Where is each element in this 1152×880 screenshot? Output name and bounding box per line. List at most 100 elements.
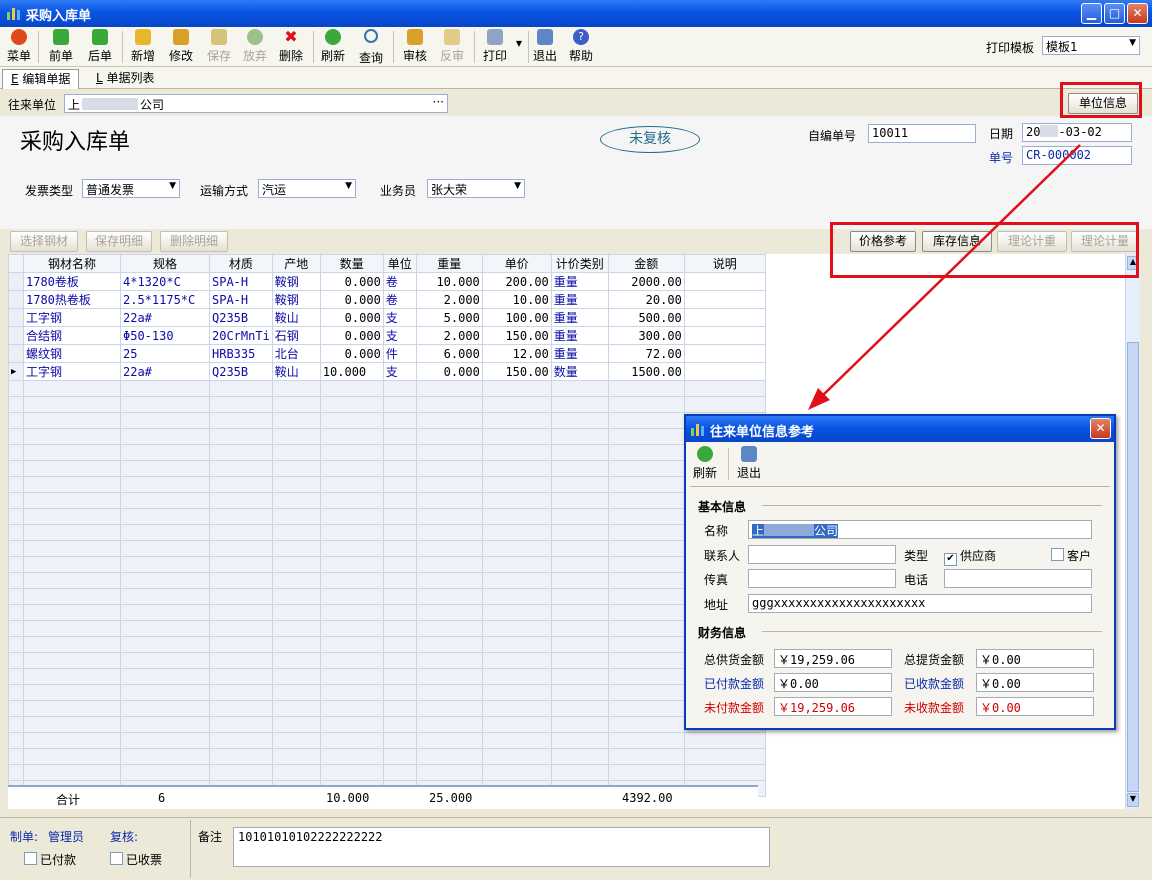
table-cell[interactable]: 重量 [550,308,609,327]
table-cell[interactable]: 72.00 [607,344,685,363]
tab-edit-document[interactable]: E 编辑单据 [2,69,80,89]
tab-document-list[interactable]: L 单据列表 [88,69,163,88]
table-cell[interactable]: 支 [382,362,417,381]
table-cell[interactable]: 合结钢 [23,326,121,345]
close-button[interactable]: ✕ [1127,3,1148,24]
table-cell[interactable]: 6.000 [415,344,483,363]
phone-input[interactable] [944,569,1092,588]
table-cell[interactable]: 螺纹钢 [23,344,121,363]
table-row[interactable]: 工字钢 22a# Q235B 鞍山 0.000 支 5.000 100.00 重量 500.00 [8,308,766,327]
table-cell[interactable]: 卷 [382,290,417,309]
next-doc-button[interactable]: 后单 [85,29,115,65]
table-cell[interactable]: 重量 [550,326,609,345]
date-input[interactable]: 20 -03-02 [1022,123,1132,142]
table-cell[interactable] [683,290,766,309]
unapprove-button[interactable]: 反审 [437,29,467,65]
row-header[interactable] [8,344,24,363]
self-no-input[interactable]: 10011 [868,124,976,143]
select-steel-button[interactable]: 选择钢材 [10,231,78,252]
dialog-close-button[interactable]: ✕ [1090,418,1111,439]
dialog-refresh-button[interactable]: 刷新 [690,446,720,482]
current-row-indicator-icon[interactable]: ▶ [8,362,24,381]
col-header[interactable]: 计价类别 [550,254,609,273]
remark-textarea[interactable]: 10101010102222222222 [233,827,770,867]
edit-button[interactable]: 修改 [166,29,196,65]
table-cell[interactable]: 件 [382,344,417,363]
unreceived-amount-value[interactable]: ￥0.00 [976,697,1094,716]
salesman-select[interactable]: 张大荣 ▼ [427,179,525,198]
col-header[interactable]: 单位 [382,254,417,273]
table-cell[interactable]: 100.00 [481,308,552,327]
table-cell[interactable]: 5.000 [415,308,483,327]
table-cell[interactable]: 0.000 [319,308,384,327]
table-cell[interactable]: 支 [382,308,417,327]
table-cell[interactable]: 北台 [271,344,321,363]
table-row[interactable]: 1780卷板 4*1320*C SPA-H 鞍钢 0.000 卷 10.000 200.00 重… [8,272,766,291]
print-button[interactable]: 打印 [480,29,510,65]
table-cell[interactable]: 1780热卷板 [23,290,121,309]
contact-input[interactable] [748,545,896,564]
invoice-type-select[interactable]: 普通发票 ▼ [82,179,180,198]
table-cell[interactable] [683,308,766,327]
minimize-button[interactable]: ▁ [1081,3,1102,24]
table-cell[interactable]: 卷 [382,272,417,291]
table-cell[interactable] [683,272,766,291]
name-input[interactable]: 上公司 [748,520,1092,539]
grid-scrollbar[interactable]: ▲ ▼ [1125,254,1140,809]
table-cell[interactable]: 300.00 [607,326,685,345]
table-cell[interactable]: 重量 [550,344,609,363]
table-row[interactable]: 螺纹钢 25 HRB335 北台 0.000 件 6.000 12.00 重量 72.00 [8,344,766,363]
discard-button[interactable]: 放弃 [240,29,270,65]
col-header[interactable]: 单价 [481,254,552,273]
table-row[interactable]: ▶ 工字钢 22a# Q235B 鞍山 10.000 支 0.000 150.00 数量 1500.… [8,362,766,381]
table-cell[interactable]: 支 [382,326,417,345]
fax-input[interactable] [748,569,896,588]
col-header[interactable]: 材质 [209,254,273,273]
table-cell[interactable]: 12.00 [481,344,552,363]
partner-input[interactable]: 上公司 ··· [64,94,448,113]
col-header[interactable]: 产地 [271,254,321,273]
address-input[interactable]: gggxxxxxxxxxxxxxxxxxxxxx [748,594,1092,613]
table-cell[interactable]: 工字钢 [23,308,121,327]
table-cell[interactable]: 重量 [550,272,609,291]
table-cell[interactable]: 10.000 [415,272,483,291]
table-cell[interactable]: Φ50-130 [120,326,210,345]
paid-checkbox[interactable]: 已付款 [24,851,76,868]
help-button[interactable]: ? 帮助 [566,29,596,65]
col-header[interactable]: 重量 [415,254,483,273]
save-detail-button[interactable]: 保存明细 [86,231,152,252]
table-cell[interactable]: 0.000 [319,326,384,345]
table-row[interactable]: 1780热卷板 2.5*1175*C SPA-H 鞍钢 0.000 卷 2.000 10.00… [8,290,766,309]
table-cell[interactable]: 20CrMnTi [209,326,273,345]
transport-select[interactable]: 汽运 ▼ [258,179,356,198]
table-cell[interactable]: 0.000 [319,290,384,309]
table-cell[interactable]: Q235B [209,362,273,381]
table-cell[interactable]: 1780卷板 [23,272,121,291]
table-cell[interactable] [683,326,766,345]
row-header[interactable] [8,326,24,345]
invoiced-checkbox[interactable]: 已收票 [110,851,162,868]
received-amount-value[interactable]: ￥0.00 [976,673,1094,692]
table-cell[interactable]: 22a# [120,308,210,327]
table-cell[interactable]: 500.00 [607,308,685,327]
total-supply-value[interactable]: ￥19,259.06 [774,649,892,668]
more-ellipsis-button[interactable]: ··· [433,95,444,109]
save-button[interactable]: 保存 [204,29,234,65]
table-cell[interactable] [683,362,766,381]
maximize-button[interactable]: □ [1104,3,1125,24]
col-header[interactable]: 钢材名称 [23,254,121,273]
col-header[interactable]: 金额 [607,254,685,273]
unpaid-amount-value[interactable]: ￥19,259.06 [774,697,892,716]
total-pickup-value[interactable]: ￥0.00 [976,649,1094,668]
table-cell[interactable]: 0.000 [415,362,483,381]
table-cell[interactable]: SPA-H [209,272,273,291]
supplier-checkbox[interactable]: ✔ 供应商 [944,547,996,566]
table-cell[interactable]: 200.00 [481,272,552,291]
table-cell[interactable]: 2.5*1175*C [120,290,210,309]
table-cell[interactable]: 0.000 [319,272,384,291]
doc-no-input[interactable]: CR-000002 [1022,146,1132,165]
exit-button[interactable]: 退出 [530,29,560,65]
prev-doc-button[interactable]: 前单 [46,29,76,65]
approve-button[interactable]: 审核 [400,29,430,65]
table-cell[interactable]: 22a# [120,362,210,381]
